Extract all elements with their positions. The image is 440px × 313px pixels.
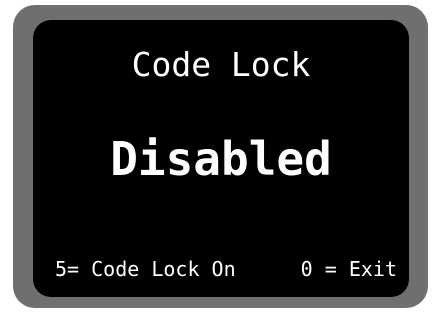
lcd-screen: Code Lock Disabled 5= Code Lock On 0 = E… [33, 20, 409, 297]
lock-status-text: Disabled [110, 132, 332, 186]
exit-softkey[interactable]: 0 = Exit [301, 254, 397, 284]
code-lock-on-softkey[interactable]: 5= Code Lock On [55, 254, 236, 284]
screen-title: Code Lock [131, 45, 311, 84]
